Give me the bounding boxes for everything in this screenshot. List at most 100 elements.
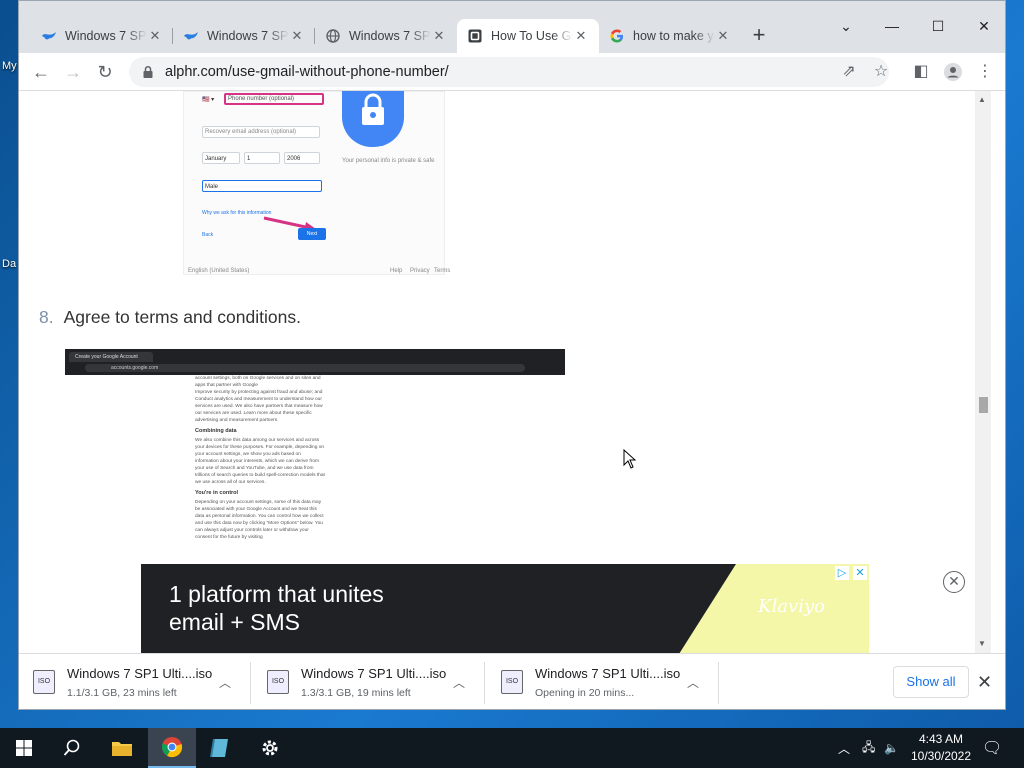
tab-title: Windows 7 SP1 xyxy=(207,29,289,43)
tab-close-icon[interactable]: ✕ xyxy=(431,28,447,44)
side-panel-icon[interactable]: ◧ xyxy=(907,58,935,86)
ad-close-button[interactable]: ✕ xyxy=(943,571,965,593)
settings-taskbar-button[interactable] xyxy=(246,728,294,768)
tab-search-chevron-icon[interactable]: ⌄ xyxy=(831,13,861,39)
chrome-taskbar-button[interactable] xyxy=(148,728,196,768)
tab-how-to-make[interactable]: how to make yo ✕ xyxy=(599,19,741,53)
browser-toolbar: ← → ↻ alphr.com/use-gmail-without-phone-… xyxy=(19,53,1005,91)
terms-document: account settings, both on Google service… xyxy=(195,375,325,541)
chevron-up-icon[interactable]: ︿ xyxy=(453,674,465,691)
tab-title: How To Use Gmail xyxy=(491,29,573,43)
flag-icon: 🇺🇸 ▾ xyxy=(202,97,215,103)
page-scrollbar[interactable]: ▲ ▼ xyxy=(975,91,991,653)
signup-form-screenshot: 🇺🇸 ▾ Phone number (optional) Recovery em… xyxy=(183,91,450,275)
bookmark-star-icon[interactable]: ☆ xyxy=(867,58,895,86)
download-name: Windows 7 SP1 Ulti....iso xyxy=(301,666,447,681)
download-item[interactable]: ISO Windows 7 SP1 Ulti....iso Opening in… xyxy=(487,654,719,709)
download-status: Opening in 20 mins... xyxy=(535,687,635,699)
gender-value: Male xyxy=(205,184,219,190)
tab-windows-2[interactable]: Windows 7 SP1 ✕ xyxy=(173,19,315,53)
reload-icon[interactable]: ↻ xyxy=(91,58,119,86)
divider xyxy=(250,662,251,704)
address-bar[interactable]: alphr.com/use-gmail-without-phone-number… xyxy=(129,57,889,87)
show-all-button[interactable]: Show all xyxy=(893,666,969,698)
notification-icon[interactable]: 🗨 xyxy=(982,728,1002,768)
ad-choices[interactable]: ▷ ✕ xyxy=(835,566,867,580)
terms-screenshot: Create your Google Account accounts.goog… xyxy=(65,349,565,564)
divider xyxy=(484,662,485,704)
minimize-button[interactable]: — xyxy=(877,13,907,39)
footer-link: Privacy xyxy=(410,268,430,274)
ad-brand: Klaviyo xyxy=(758,596,825,617)
folder-icon xyxy=(112,742,132,756)
iso-file-icon: ISO xyxy=(501,670,523,694)
tab-how-to-use-gmail[interactable]: How To Use Gmail ✕ xyxy=(457,19,599,53)
clock-time: 4:43 AM xyxy=(918,732,964,746)
close-shelf-icon[interactable]: ✕ xyxy=(977,672,992,693)
month-value: January xyxy=(205,156,227,162)
gear-icon xyxy=(262,740,278,756)
download-item[interactable]: ISO Windows 7 SP1 Ulti....iso 1.3/3.1 GB… xyxy=(253,654,485,709)
tab-close-icon[interactable]: ✕ xyxy=(715,28,731,44)
tab-windows-3[interactable]: Windows 7 SP1 ✕ xyxy=(315,19,457,53)
scrollbar-thumb[interactable] xyxy=(979,397,988,413)
terms-para: We also combine this data among our serv… xyxy=(195,438,325,485)
windows-start-icon xyxy=(16,740,32,756)
terms-para: Depending on your account settings, some… xyxy=(195,500,324,540)
iso-file-icon: ISO xyxy=(267,670,289,694)
forward-arrow-icon[interactable]: → xyxy=(59,58,87,86)
tab-close-icon[interactable]: ✕ xyxy=(147,28,163,44)
close-window-button[interactable]: ✕ xyxy=(969,13,999,39)
day-value: 1 xyxy=(247,156,251,162)
clock-date: 10/30/2022 xyxy=(910,749,972,763)
chevron-up-tray-icon[interactable]: ︿ xyxy=(838,728,850,768)
back-arrow-icon[interactable]: ← xyxy=(27,58,55,86)
chevron-up-icon[interactable]: ︿ xyxy=(687,674,699,691)
step-number: 8. xyxy=(39,307,54,327)
profile-avatar-icon[interactable] xyxy=(939,58,967,86)
tab-close-icon[interactable]: ✕ xyxy=(573,28,589,44)
chevron-up-icon[interactable]: ︿ xyxy=(219,674,231,691)
iso-file-icon: ISO xyxy=(33,670,55,694)
menu-kebab-icon[interactable]: ⋮ xyxy=(971,58,999,86)
search-button[interactable] xyxy=(48,728,96,768)
clock[interactable]: 4:43 AM 10/30/2022 xyxy=(906,731,976,765)
network-icon[interactable]: 🖧 xyxy=(862,728,875,768)
desktop-icon-label[interactable]: My xyxy=(2,60,17,72)
ad-close-small-icon[interactable]: ✕ xyxy=(853,566,867,580)
scroll-down-arrow-icon[interactable]: ▼ xyxy=(978,639,986,648)
screenshot-browser-bar: Create your Google Account accounts.goog… xyxy=(65,349,565,375)
step-text: Agree to terms and conditions. xyxy=(63,307,301,327)
ad-banner[interactable]: Klaviyo 1 platform that unites email + S… xyxy=(141,564,869,653)
file-explorer-button[interactable] xyxy=(98,728,146,768)
share-icon[interactable]: ⇗ xyxy=(835,58,863,86)
screenshot-url: accounts.google.com xyxy=(111,365,159,371)
terms-bullet: Conduct analytics and measurement to und… xyxy=(195,397,323,423)
start-button[interactable] xyxy=(0,728,48,768)
app-taskbar-button[interactable] xyxy=(196,728,244,768)
book-app-icon xyxy=(210,738,228,758)
download-item[interactable]: ISO Windows 7 SP1 Ulti....iso 1.1/3.1 GB… xyxy=(19,654,251,709)
tab-windows-1[interactable]: Windows 7 SP1 ✕ xyxy=(31,19,173,53)
taskbar: ︿ 🖧 🔈 4:43 AM 10/30/2022 🗨 xyxy=(0,728,1024,768)
screenshot-tab-title: Create your Google Account xyxy=(75,354,138,360)
download-status: 1.1/3.1 GB, 23 mins left xyxy=(67,687,177,699)
year-value: 2006 xyxy=(287,156,301,162)
language-select: English (United States) xyxy=(188,268,250,274)
back-link: Back xyxy=(202,232,214,238)
terms-para: account settings, both on Google service… xyxy=(195,376,321,388)
tab-title: Windows 7 SP1 xyxy=(349,29,431,43)
ad-headline: 1 platform that unites email + SMS xyxy=(169,580,384,636)
volume-icon[interactable]: 🔈 xyxy=(884,728,899,768)
scroll-up-arrow-icon[interactable]: ▲ xyxy=(978,95,986,104)
maximize-button[interactable]: ☐ xyxy=(923,13,953,39)
recovery-label: Recovery email address (optional) xyxy=(205,129,297,135)
adchoices-icon[interactable]: ▷ xyxy=(835,566,849,580)
ad-headline-line: 1 platform that unites xyxy=(169,581,384,607)
desktop-icon-label[interactable]: Da xyxy=(2,258,16,270)
tab-close-icon[interactable]: ✕ xyxy=(289,28,305,44)
windows-logo-icon xyxy=(183,28,199,44)
windows-logo-icon xyxy=(41,28,57,44)
footer-link: Terms xyxy=(434,268,451,274)
new-tab-button[interactable]: + xyxy=(747,24,771,48)
